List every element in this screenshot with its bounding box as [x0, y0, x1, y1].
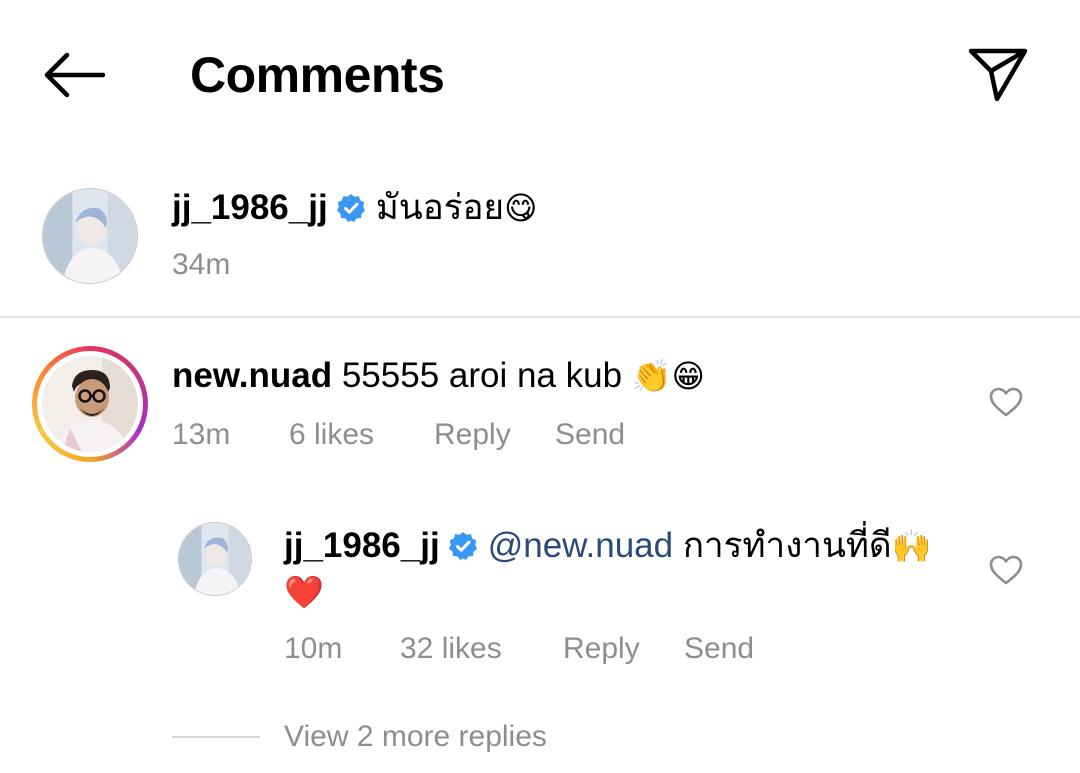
- verified-badge-icon: [336, 194, 365, 222]
- reply-line-2: ❤️: [284, 570, 324, 614]
- view-more-replies-button[interactable]: View 2 more replies: [284, 720, 547, 754]
- verified-badge-icon: [448, 532, 477, 560]
- back-button[interactable]: [36, 40, 112, 110]
- avatar: [42, 356, 138, 452]
- reply-line: jj_1986_jj @new.nuad การทำงานที่ดี🙌: [284, 524, 932, 568]
- comment-meta: 13m 6 likes Reply Send: [172, 418, 672, 454]
- like-button[interactable]: [986, 382, 1026, 422]
- heart-icon: [989, 387, 1023, 417]
- replies-divider-line: [172, 736, 260, 738]
- page-title: Comments: [190, 47, 445, 103]
- mention-link[interactable]: @new.nuad: [488, 526, 673, 565]
- heart-icon: [989, 555, 1023, 585]
- caption-line: jj_1986_jj มันอร่อย😋: [172, 186, 537, 230]
- reply-button[interactable]: Reply: [563, 632, 640, 666]
- caption-time: 34m: [172, 248, 231, 281]
- send-button[interactable]: Send: [555, 418, 625, 452]
- comment-username[interactable]: new.nuad: [172, 356, 332, 395]
- reply-username[interactable]: jj_1986_jj: [284, 526, 440, 565]
- avatar[interactable]: [178, 522, 252, 596]
- reply-button[interactable]: Reply: [434, 418, 511, 452]
- caption-meta: 34m: [172, 248, 372, 284]
- share-button[interactable]: [960, 36, 1036, 112]
- divider: [0, 316, 1080, 318]
- send-button[interactable]: Send: [684, 632, 754, 666]
- reply-meta: 10m 32 likes Reply Send: [284, 632, 804, 668]
- caption-text: มันอร่อย: [375, 188, 505, 227]
- caption-emoji: 😋: [504, 190, 538, 226]
- reply-likes[interactable]: 32 likes: [400, 632, 502, 666]
- avatar-photo: [43, 189, 137, 283]
- comment-emoji: 👏😁: [631, 358, 706, 394]
- avatar-photo: [42, 356, 138, 452]
- comment-text: 55555 aroi na kub: [341, 356, 623, 395]
- paper-plane-icon: [968, 48, 1028, 102]
- comment-line: new.nuad 55555 aroi na kub 👏😁: [172, 354, 705, 398]
- avatar-photo: [179, 523, 251, 595]
- comment-likes[interactable]: 6 likes: [289, 418, 374, 452]
- reply-emoji: 🙌: [891, 528, 932, 564]
- avatar[interactable]: [42, 188, 138, 284]
- caption-username[interactable]: jj_1986_jj: [172, 188, 328, 227]
- like-button[interactable]: [986, 550, 1026, 590]
- avatar-story-ring[interactable]: [32, 346, 148, 462]
- comment-time: 13m: [172, 418, 231, 451]
- arrow-left-icon: [44, 52, 105, 98]
- reply-time: 10m: [284, 632, 343, 665]
- reply-text: การทำงานที่ดี: [682, 526, 892, 565]
- heart-emoji: ❤️: [284, 574, 324, 610]
